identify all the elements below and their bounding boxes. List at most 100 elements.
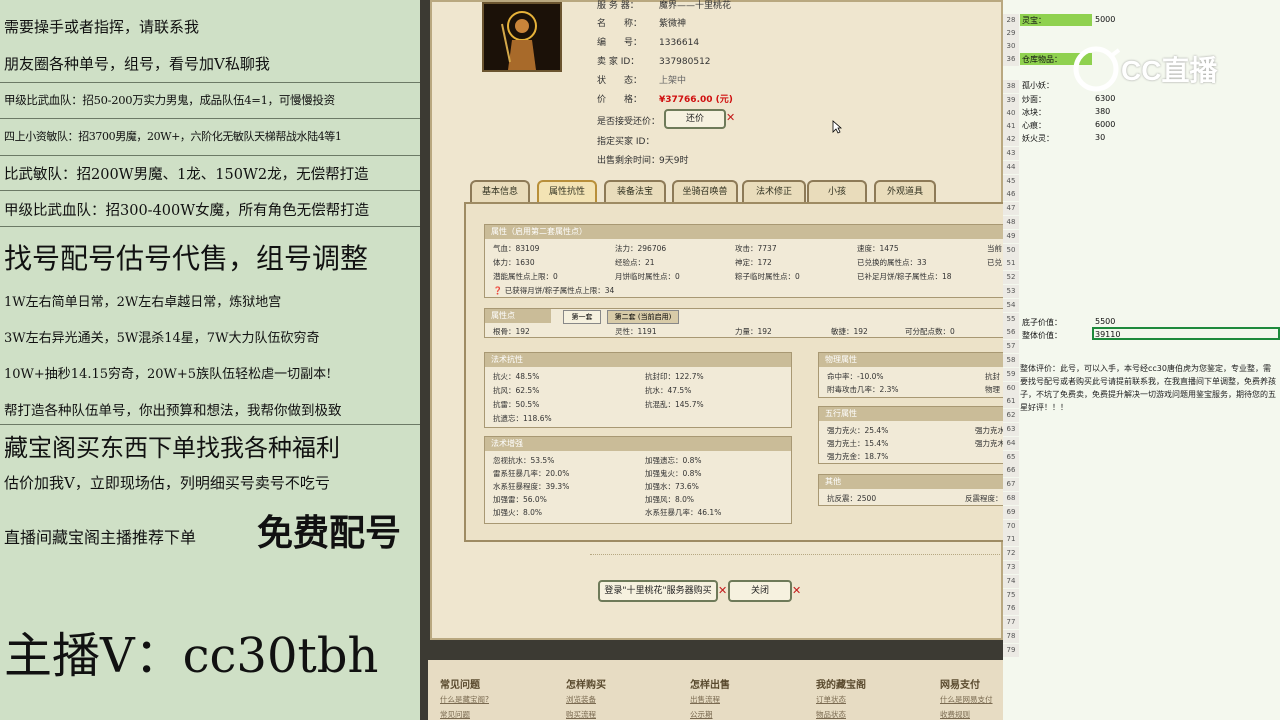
physical-header: 物理属性: [819, 353, 1013, 367]
footer-link[interactable]: 公示期: [690, 709, 713, 720]
row-number[interactable]: 46: [1003, 188, 1019, 202]
counter-offer-field: 是否接受还价：: [597, 117, 661, 127]
row-number[interactable]: 70: [1003, 519, 1019, 533]
sheet-cell[interactable]: 6000: [1095, 120, 1115, 129]
attr-cell: 已兑: [987, 258, 1002, 267]
points-tab-first[interactable]: 第一套: [563, 310, 601, 324]
tab-appearance[interactable]: 外观道具: [874, 180, 936, 202]
row-number[interactable]: 78: [1003, 630, 1019, 643]
row-number[interactable]: 57: [1003, 340, 1019, 354]
cc-live-watermark: CC直播: [1071, 44, 1217, 94]
row-number[interactable]: 36: [1003, 53, 1019, 66]
row-number[interactable]: 38: [1003, 80, 1019, 93]
row-number[interactable]: 71: [1003, 533, 1019, 547]
row-number[interactable]: 45: [1003, 174, 1019, 188]
promo-line: 估价加我V，立即现场估，列明细买号卖号不吃亏: [4, 474, 330, 492]
sheet-cell[interactable]: 仓库物品：: [1022, 54, 1062, 65]
row-number[interactable]: 76: [1003, 602, 1019, 616]
divider: [0, 155, 420, 156]
sheet-cell[interactable]: 孤小妖：: [1022, 80, 1054, 91]
footer-link[interactable]: 什么是网易支付: [940, 694, 993, 705]
footer-col-title: 怎样购买: [566, 680, 606, 691]
row-number[interactable]: 75: [1003, 588, 1019, 602]
footer-link[interactable]: 浏览装备: [566, 694, 596, 705]
close-button[interactable]: 关闭: [728, 580, 792, 602]
sheet-cell[interactable]: 心痕：: [1022, 120, 1046, 131]
row-number[interactable]: 56: [1003, 326, 1019, 340]
tab-child[interactable]: 小孩: [807, 180, 867, 202]
row-number[interactable]: 74: [1003, 574, 1019, 588]
row-number[interactable]: 73: [1003, 561, 1019, 574]
row-number[interactable]: 65: [1003, 450, 1019, 464]
row-number[interactable]: 39: [1003, 94, 1019, 107]
row-number[interactable]: 64: [1003, 436, 1019, 450]
row-number[interactable]: 41: [1003, 120, 1019, 133]
row-number[interactable]: 61: [1003, 395, 1019, 409]
tab-attributes[interactable]: 属性抗性: [537, 180, 597, 202]
row-number[interactable]: 48: [1003, 216, 1019, 229]
footer-link[interactable]: 订单状态: [816, 694, 846, 705]
sheet-cell[interactable]: 5500: [1095, 317, 1115, 326]
sheet-cell[interactable]: 底子价值：: [1022, 317, 1062, 328]
row-number[interactable]: 44: [1003, 160, 1019, 174]
points-tab-second[interactable]: 第二套 (当前启用): [607, 310, 679, 324]
physical-cell: 物理: [985, 385, 1000, 394]
row-number[interactable]: 55: [1003, 312, 1019, 326]
row-number[interactable]: 58: [1003, 354, 1019, 367]
sheet-cell[interactable]: 380: [1095, 107, 1110, 116]
row-number[interactable]: 40: [1003, 107, 1019, 120]
login-purchase-button[interactable]: 登录"十里桃花"服务器购买: [598, 580, 718, 602]
sheet-cell[interactable]: 39110: [1095, 330, 1120, 339]
footer-link[interactable]: 购买流程: [566, 709, 596, 720]
row-number[interactable]: 30: [1003, 40, 1019, 53]
row-number[interactable]: 50: [1003, 243, 1019, 257]
row-number[interactable]: 62: [1003, 409, 1019, 423]
points-cell: 可分配点数：0: [905, 327, 955, 336]
row-number[interactable]: 77: [1003, 616, 1019, 630]
row-number[interactable]: 51: [1003, 257, 1019, 271]
row-number[interactable]: 60: [1003, 381, 1019, 395]
footer-link[interactable]: 物品状态: [816, 709, 846, 720]
row-number[interactable]: 43: [1003, 147, 1019, 160]
promo-line: 找号配号估号代售，组号调整: [4, 242, 369, 275]
sheet-cell[interactable]: 冰块：: [1022, 107, 1046, 118]
row-number[interactable]: 59: [1003, 367, 1019, 381]
sheet-cell[interactable]: 5000: [1095, 15, 1115, 24]
footer-link[interactable]: 收费规则: [940, 709, 970, 720]
tab-spell-mods[interactable]: 法术修正: [742, 180, 806, 202]
row-number[interactable]: 29: [1003, 27, 1019, 40]
tab-content: 属性（启用第二套属性点） 气血：83109 法力：296706 攻击：7737 …: [464, 202, 1014, 542]
row-number[interactable]: 66: [1003, 464, 1019, 478]
row-number[interactable]: 63: [1003, 423, 1019, 436]
sheet-cell[interactable]: 炒面：: [1022, 94, 1046, 105]
footer-link[interactable]: 常见问题: [440, 709, 470, 720]
row-number[interactable]: 53: [1003, 285, 1019, 298]
row-number[interactable]: 69: [1003, 505, 1019, 519]
row-number[interactable]: 68: [1003, 492, 1019, 505]
sheet-cell[interactable]: 妖火灵：: [1022, 133, 1054, 144]
row-number[interactable]: 54: [1003, 298, 1019, 312]
sheet-cell[interactable]: 30: [1095, 133, 1105, 142]
evaluation-comment: 整体评价：此号，可以入手，本号经cc30唐伯虎为您鉴定，专业整，需要找号配号或者…: [1020, 364, 1276, 412]
row-number[interactable]: 67: [1003, 478, 1019, 492]
footer-link[interactable]: 什么是藏宝阁?: [440, 694, 489, 705]
boost-header: 法术增强: [485, 437, 791, 451]
row-number[interactable]: 42: [1003, 133, 1019, 146]
row-number[interactable]: 72: [1003, 547, 1019, 561]
time-field: 出售剩余时间：9天9时: [597, 156, 689, 166]
row-number[interactable]: 28: [1003, 14, 1019, 27]
sheet-cell[interactable]: 6300: [1095, 94, 1115, 103]
tab-equipment[interactable]: 装备法宝: [604, 180, 666, 202]
counter-offer-button[interactable]: 还价: [664, 109, 726, 129]
sheet-cell[interactable]: 灵宝：: [1022, 15, 1046, 26]
tab-mounts[interactable]: 坐骑召唤兽: [672, 180, 738, 202]
row-number[interactable]: 52: [1003, 271, 1019, 285]
row-number[interactable]: 79: [1003, 643, 1019, 657]
attr-cell: 体力：1630: [493, 258, 535, 267]
row-number[interactable]: 49: [1003, 229, 1019, 243]
tab-basic-info[interactable]: 基本信息: [470, 180, 530, 202]
game-window: 服 务 器： 魔界——十里桃花 名 称： 紫微神 编 号： 1336614 卖 家 I…: [420, 0, 1014, 720]
row-number[interactable]: 47: [1003, 202, 1019, 216]
footer-link[interactable]: 出售流程: [690, 694, 720, 705]
sheet-cell[interactable]: 整体价值：: [1022, 330, 1062, 341]
